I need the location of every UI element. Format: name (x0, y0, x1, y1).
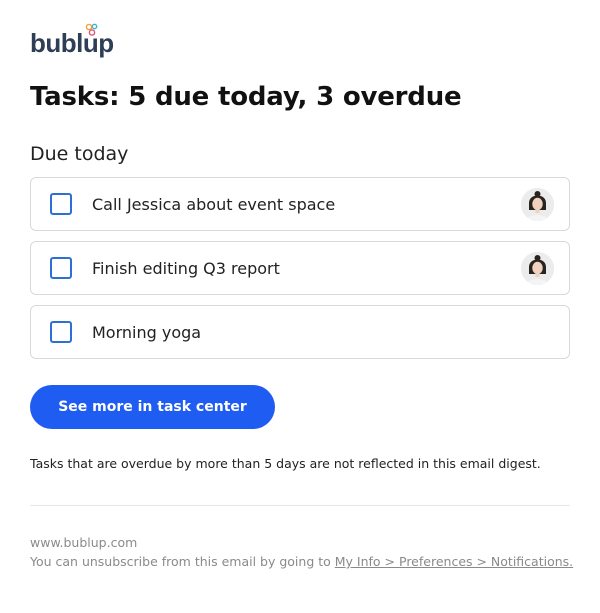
task-checkbox[interactable] (50, 321, 72, 343)
person-icon (521, 252, 554, 285)
assignee-avatar (521, 188, 554, 221)
logo-bubbles-icon (85, 23, 98, 36)
task-title: Morning yoga (92, 322, 202, 342)
task-title: Call Jessica about event space (92, 194, 336, 214)
task-item[interactable]: Call Jessica about event space (30, 177, 570, 231)
task-checkbox[interactable] (50, 193, 72, 215)
task-checkbox[interactable] (50, 257, 72, 279)
footer: www.bublup.com You can unsubscribe from … (30, 533, 573, 571)
task-item[interactable]: Morning yoga (30, 305, 570, 359)
see-more-task-center-button[interactable]: See more in task center (30, 385, 275, 429)
page-title: Tasks: 5 due today, 3 overdue (30, 82, 462, 112)
section-label-due-today: Due today (30, 143, 129, 165)
assignee-avatar (521, 252, 554, 285)
task-list: Call Jessica about event space Finish ed… (30, 177, 570, 369)
task-item[interactable]: Finish editing Q3 report (30, 241, 570, 295)
person-icon (521, 188, 554, 221)
task-title: Finish editing Q3 report (92, 258, 280, 278)
notification-preferences-link[interactable]: My Info > Preferences > Notifications. (335, 554, 573, 569)
footer-divider (30, 505, 570, 506)
logo-wordmark: bublup (30, 28, 114, 58)
footer-site-link[interactable]: www.bublup.com (30, 533, 573, 552)
bublup-logo: bublup (30, 23, 114, 58)
unsubscribe-text: You can unsubscribe from this email by g… (30, 552, 573, 571)
unsubscribe-prefix: You can unsubscribe from this email by g… (30, 554, 335, 569)
overdue-note: Tasks that are overdue by more than 5 da… (30, 456, 541, 471)
